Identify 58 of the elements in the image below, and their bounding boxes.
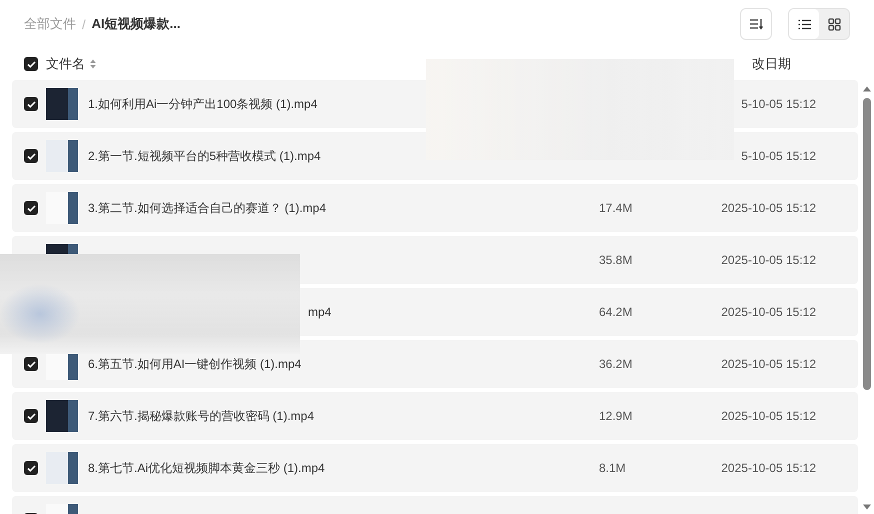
file-size: 35.8M: [599, 253, 634, 267]
modified-date: 5-10-05 15:12: [740, 97, 816, 111]
sort-icon: [749, 18, 763, 30]
scrollbar-thumb[interactable]: [863, 98, 871, 390]
sort-button[interactable]: [740, 8, 772, 40]
sort-caret-icon: [90, 59, 96, 69]
check-icon: [26, 100, 36, 108]
scroll-down-icon[interactable]: [862, 504, 872, 510]
row-checkbox[interactable]: [24, 97, 38, 111]
check-icon: [26, 412, 36, 420]
file-size: 17.4M: [599, 201, 634, 215]
scroll-up-icon[interactable]: [862, 86, 872, 92]
video-thumbnail: [46, 88, 78, 120]
breadcrumb-separator: /: [82, 16, 86, 32]
modified-date: 2025-10-05 15:12: [720, 201, 816, 215]
file-name: 8.第七节.Ai优化短视频脚本黄金三秒 (1).mp4: [88, 460, 326, 476]
video-thumbnail: [46, 400, 78, 432]
grid-icon: [828, 18, 840, 30]
scrollbar[interactable]: [862, 86, 872, 510]
breadcrumb-link[interactable]: AI短视频爆款...: [92, 15, 180, 33]
column-header[interactable]: 改日期: [752, 55, 791, 73]
column-header[interactable]: 文件名: [46, 55, 85, 73]
file-row[interactable]: 6.第五节.如何用AI一键创作视频 (1).mp4 36.2M 2025-10-05 15:12: [12, 340, 858, 388]
modified-date: 5-10-05 15:12: [740, 149, 816, 163]
file-row[interactable]: 7.第六节.揭秘爆款账号的营收密码 (1).mp4 12.9M 2025-10-05 15:12: [12, 392, 858, 440]
list-view-button[interactable]: [789, 9, 819, 39]
row-checkbox[interactable]: [24, 409, 38, 423]
select-all-checkbox[interactable]: [24, 57, 38, 71]
check-icon: [26, 360, 36, 368]
modified-date: 2025-10-05 15:12: [720, 253, 816, 267]
modified-date: 2025-10-05 15:12: [720, 409, 816, 423]
file-row[interactable]: 3.第二节.如何选择适合自己的赛道？ (1).mp4 17.4M 2025-10-05 15:12: [12, 184, 858, 232]
row-checkbox[interactable]: [24, 149, 38, 163]
file-size: 36.2M: [599, 357, 634, 371]
video-thumbnail: [46, 140, 78, 172]
file-size: 64.2M: [599, 305, 634, 319]
video-thumbnail: [46, 192, 78, 224]
video-thumbnail: [46, 452, 78, 484]
file-name: mp4: [307, 305, 332, 319]
row-checkbox[interactable]: [24, 357, 38, 371]
file-row[interactable]: 8.第七节.Ai优化短视频脚本黄金三秒 (1).mp4 8.1M 2025-10-05 15:12: [12, 444, 858, 492]
file-name: 2.第一节.短视频平台的5种营收模式 (1).mp4: [88, 148, 322, 164]
file-name: 6.第五节.如何用AI一键创作视频 (1).mp4: [88, 356, 302, 372]
row-checkbox[interactable]: [24, 461, 38, 475]
modified-date: 2025-10-05 15:12: [720, 461, 816, 475]
list-icon: [798, 18, 810, 30]
row-checkbox[interactable]: [24, 201, 38, 215]
file-name: 7.第六节.揭秘爆款账号的营收密码 (1).mp4: [88, 408, 316, 424]
file-name: 1.如何利用Ai一分钟产出100条视频 (1).mp4: [88, 96, 318, 112]
file-name: 3.第二节.如何选择适合自己的赛道？ (1).mp4: [88, 200, 328, 216]
modified-date: 2025-10-05 15:12: [720, 357, 816, 371]
check-icon: [26, 152, 36, 160]
file-size: 12.9M: [599, 409, 634, 423]
modified-date: 2025-10-05 15:12: [720, 305, 816, 319]
file-size: 8.1M: [599, 461, 627, 475]
check-icon: [26, 464, 36, 472]
check-icon: [26, 60, 36, 68]
check-icon: [26, 204, 36, 212]
